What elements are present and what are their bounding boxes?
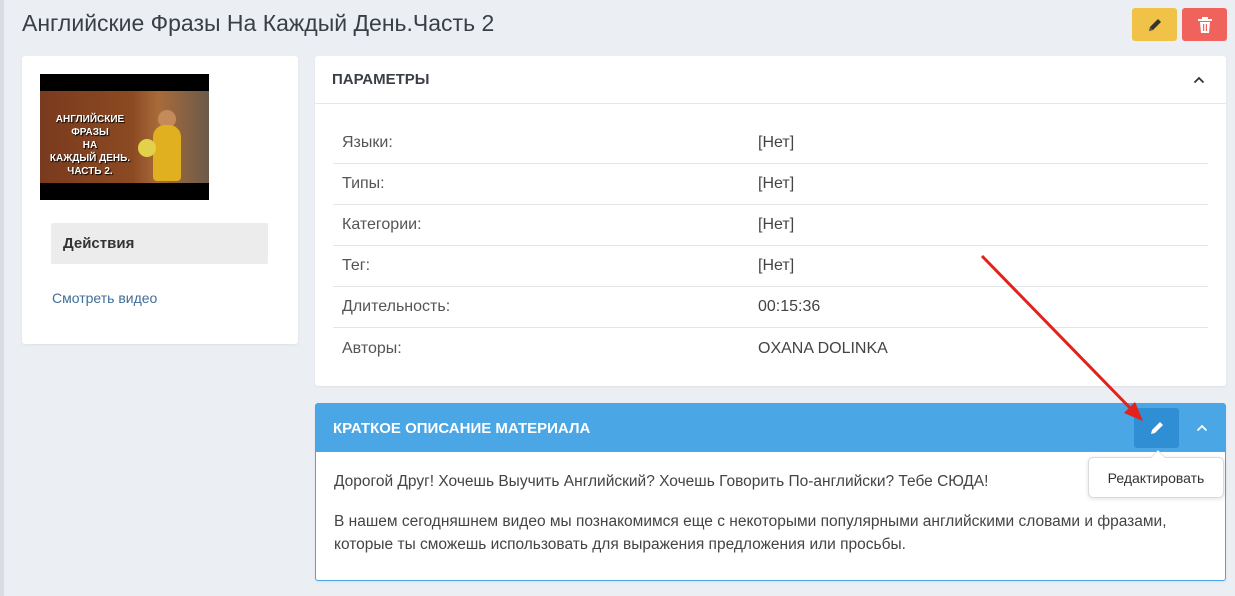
edit-button[interactable] bbox=[1132, 8, 1177, 41]
param-value: [Нет] bbox=[758, 216, 795, 233]
param-label: Тег: bbox=[342, 257, 371, 274]
chevron-up-icon bbox=[1193, 76, 1205, 83]
description-paragraph: Дорогой Друг! Хочешь Выучить Английский?… bbox=[334, 473, 989, 490]
params-panel: ПАРАМЕТРЫ Языки: [Нет] Типы: [Нет] Катег… bbox=[315, 56, 1226, 386]
collapse-params-button[interactable] bbox=[1188, 69, 1210, 91]
param-value: 00:15:36 bbox=[758, 298, 821, 315]
param-label: Типы: bbox=[342, 175, 385, 192]
thumbnail-image: АНГЛИЙСКИЕ ФРАЗЫ НА КАЖДЫЙ ДЕНЬ. ЧАСТЬ 2… bbox=[40, 91, 209, 183]
param-value: [Нет] bbox=[758, 257, 795, 274]
params-panel-header: ПАРАМЕТРЫ bbox=[315, 56, 1226, 104]
param-value: [Нет] bbox=[758, 175, 795, 192]
title-actions bbox=[1132, 8, 1227, 41]
params-row-tag: Тег: [Нет] bbox=[333, 246, 1208, 287]
chevron-up-icon bbox=[1196, 424, 1208, 432]
param-value: [Нет] bbox=[758, 134, 795, 151]
params-row-authors: Авторы: OXANA DOLINKA bbox=[333, 328, 1208, 369]
actions-heading: Действия bbox=[51, 223, 268, 264]
page-title: Английские Фразы На Каждый День.Часть 2 bbox=[22, 10, 495, 36]
params-table: Языки: [Нет] Типы: [Нет] Категории: [Нет… bbox=[333, 123, 1208, 369]
param-label: Авторы: bbox=[342, 339, 402, 357]
params-row-languages: Языки: [Нет] bbox=[333, 123, 1208, 164]
param-label: Категории: bbox=[342, 216, 422, 233]
description-panel-title: КРАТКОЕ ОПИСАНИЕ МАТЕРИАЛА bbox=[333, 419, 591, 437]
param-label: Длительность: bbox=[342, 298, 451, 315]
params-row-types: Типы: [Нет] bbox=[333, 164, 1208, 205]
watch-video-link[interactable]: Смотреть видео bbox=[52, 290, 157, 306]
video-thumbnail[interactable]: АНГЛИЙСКИЕ ФРАЗЫ НА КАЖДЫЙ ДЕНЬ. ЧАСТЬ 2… bbox=[40, 74, 209, 200]
pencil-icon bbox=[1148, 18, 1161, 31]
param-value: OXANA DOLINKA bbox=[758, 339, 888, 357]
collapse-description-button[interactable] bbox=[1191, 417, 1213, 439]
params-panel-title: ПАРАМЕТРЫ bbox=[332, 71, 430, 88]
description-header-actions bbox=[1134, 408, 1213, 448]
description-panel-header: КРАТКОЕ ОПИСАНИЕ МАТЕРИАЛА bbox=[316, 404, 1225, 452]
trash-icon bbox=[1197, 16, 1212, 33]
thumbnail-person bbox=[153, 125, 181, 181]
param-label: Языки: bbox=[342, 134, 393, 151]
params-row-duration: Длительность: 00:15:36 bbox=[333, 287, 1208, 328]
delete-button[interactable] bbox=[1182, 8, 1227, 41]
edit-description-button[interactable] bbox=[1134, 408, 1179, 448]
sidebar-card: АНГЛИЙСКИЕ ФРАЗЫ НА КАЖДЫЙ ДЕНЬ. ЧАСТЬ 2… bbox=[22, 56, 298, 344]
description-paragraph: В нашем сегодняшнем видео мы познакомимс… bbox=[334, 513, 1167, 553]
params-row-categories: Категории: [Нет] bbox=[333, 205, 1208, 246]
pencil-icon bbox=[1150, 422, 1163, 434]
thumbnail-flowers bbox=[138, 139, 156, 157]
thumbnail-text: АНГЛИЙСКИЕ ФРАЗЫ НА КАЖДЫЙ ДЕНЬ. ЧАСТЬ 2… bbox=[49, 114, 131, 177]
edit-tooltip: Редактировать bbox=[1088, 450, 1224, 498]
